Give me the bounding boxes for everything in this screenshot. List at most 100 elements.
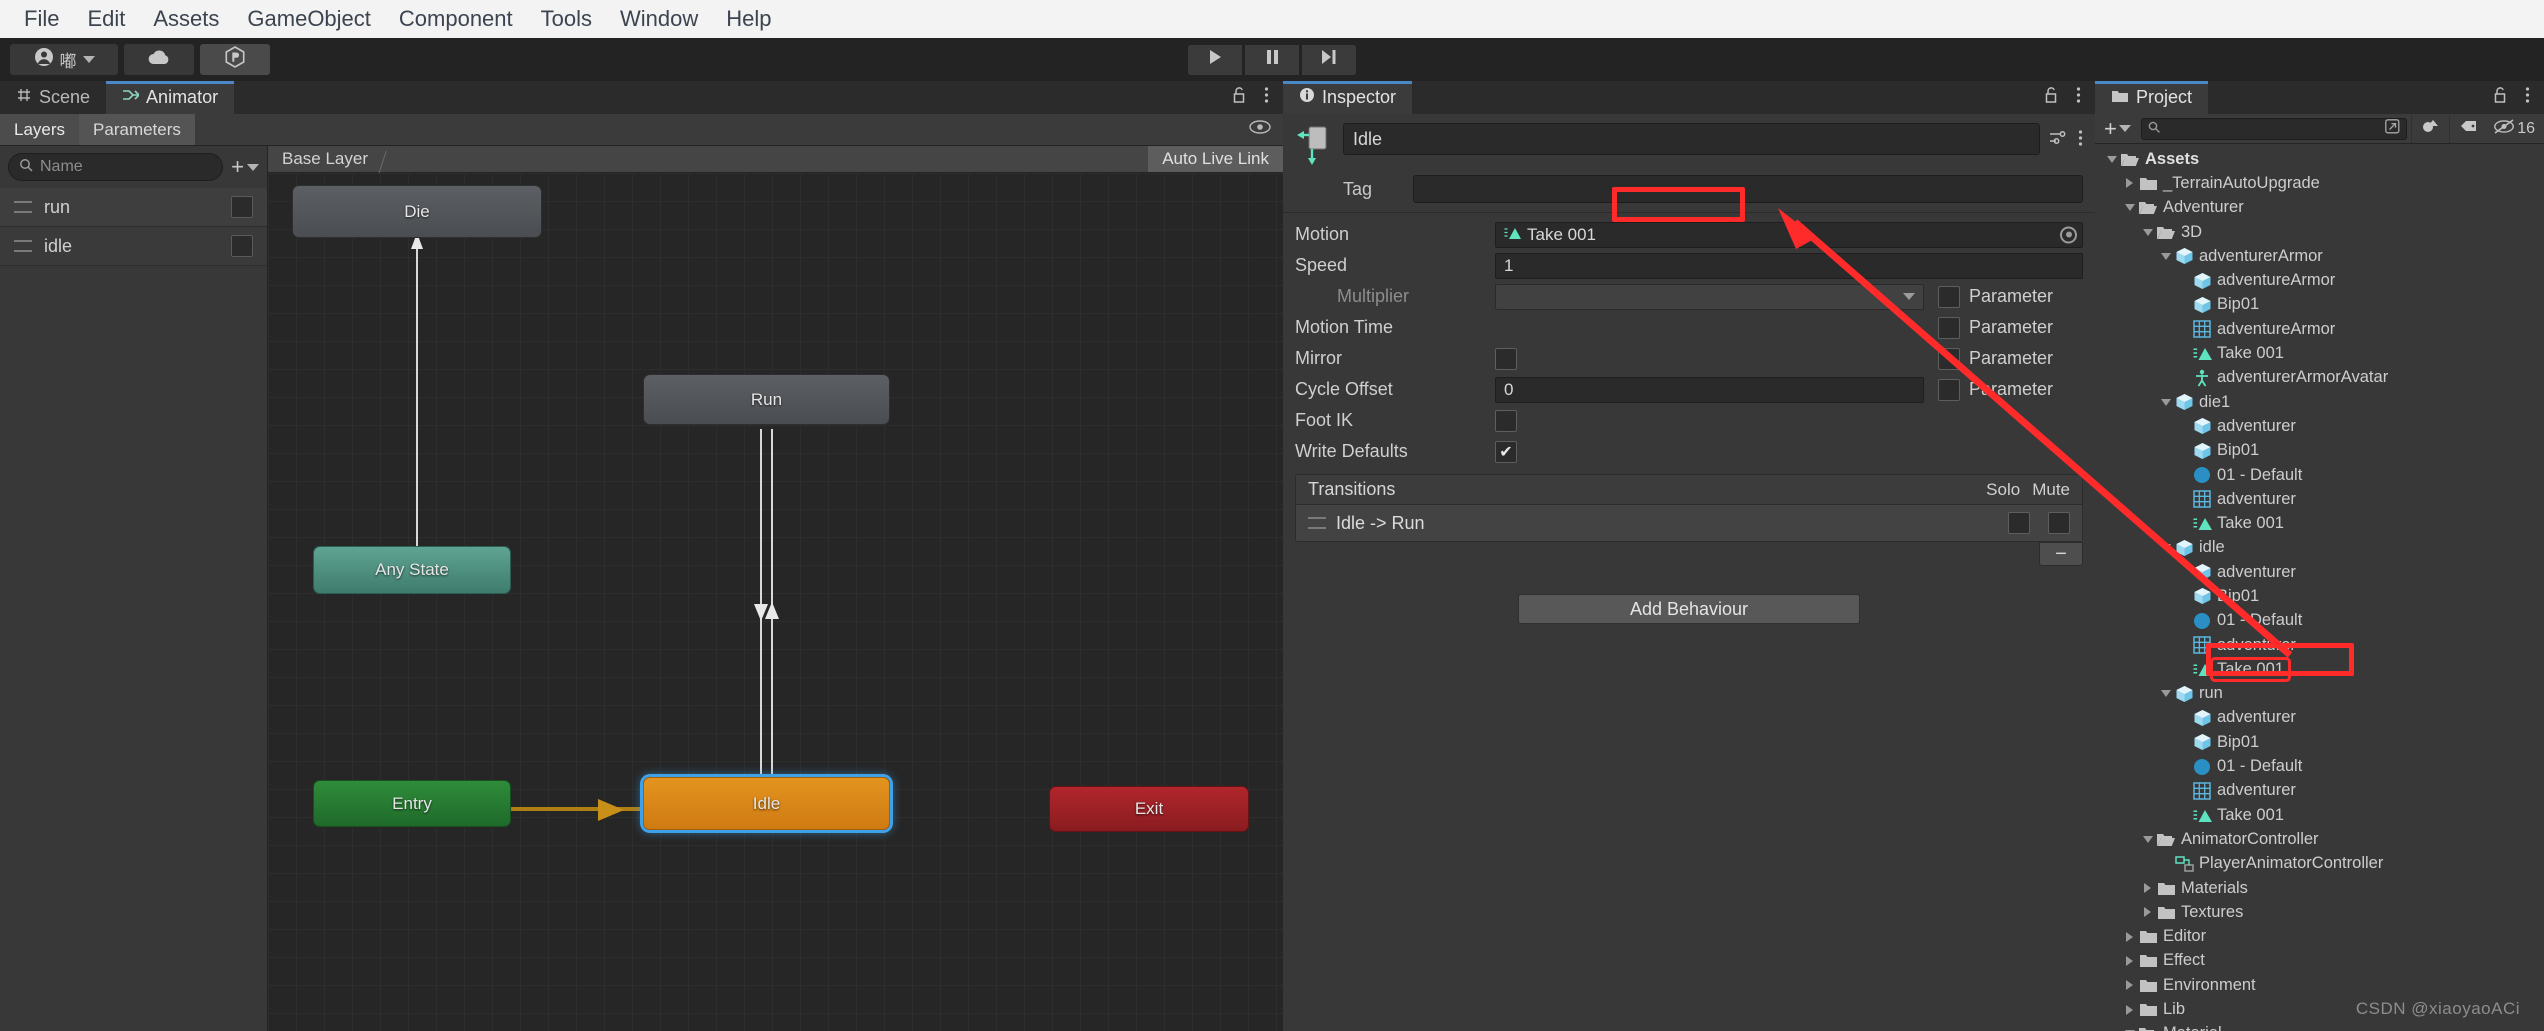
step-button[interactable] bbox=[1302, 44, 1356, 75]
tag-field[interactable] bbox=[1413, 175, 2083, 203]
lock-open-icon[interactable] bbox=[2044, 86, 2060, 109]
menu-item-window[interactable]: Window bbox=[606, 0, 712, 38]
chevron-down-icon[interactable] bbox=[2121, 204, 2138, 212]
cycle-offset-input[interactable]: 0 bbox=[1495, 376, 1924, 403]
state-node-exit[interactable]: Exit bbox=[1049, 786, 1249, 832]
project-tree-item[interactable]: Take 001 bbox=[2095, 511, 2544, 535]
state-name-field[interactable]: Idle bbox=[1343, 123, 2040, 155]
project-tree-item[interactable]: idle bbox=[2095, 536, 2544, 560]
hidden-packages-count[interactable]: 16 bbox=[2487, 118, 2541, 139]
parameter-checkbox[interactable] bbox=[1938, 347, 1960, 370]
filter-by-label-button[interactable] bbox=[2449, 114, 2487, 143]
layer-weight-checkbox[interactable] bbox=[231, 196, 253, 218]
project-tree-item[interactable]: run bbox=[2095, 682, 2544, 706]
transition-row[interactable]: Idle -> Run bbox=[1296, 505, 2082, 541]
project-tree-item[interactable]: adventurer bbox=[2095, 633, 2544, 657]
project-tree-item[interactable]: 3D bbox=[2095, 220, 2544, 244]
kebab-menu-icon[interactable] bbox=[1264, 86, 1269, 109]
project-tree-item[interactable]: adventurer bbox=[2095, 779, 2544, 803]
chevron-right-icon[interactable] bbox=[2121, 980, 2138, 991]
chevron-down-icon[interactable] bbox=[2157, 398, 2174, 406]
state-node-idle[interactable]: Idle bbox=[643, 777, 890, 830]
menu-item-gameobject[interactable]: GameObject bbox=[233, 0, 385, 38]
add-layer-button[interactable]: + bbox=[231, 154, 259, 180]
create-asset-button[interactable]: + bbox=[2098, 116, 2137, 142]
project-tree-item[interactable]: Material bbox=[2095, 1022, 2544, 1031]
project-tree-item[interactable]: AnimatorController bbox=[2095, 827, 2544, 851]
parameter-checkbox[interactable] bbox=[1938, 378, 1960, 401]
menu-item-component[interactable]: Component bbox=[385, 0, 527, 38]
project-tree-take-001[interactable]: Take 001 bbox=[2095, 657, 2544, 681]
project-tree-item[interactable]: adventurer bbox=[2095, 414, 2544, 438]
project-tree-item[interactable]: 01 - Default bbox=[2095, 754, 2544, 778]
chevron-right-icon[interactable] bbox=[2121, 931, 2138, 942]
tab-project[interactable]: Project bbox=[2095, 81, 2209, 114]
account-button[interactable]: 嘟 bbox=[10, 44, 118, 75]
project-tree-item[interactable]: Bip01 bbox=[2095, 584, 2544, 608]
add-behaviour-button[interactable]: Add Behaviour bbox=[1518, 594, 1860, 624]
remove-transition-button[interactable]: − bbox=[2039, 542, 2083, 566]
project-tree-item[interactable]: Bip01 bbox=[2095, 439, 2544, 463]
menu-item-file[interactable]: File bbox=[10, 0, 73, 38]
project-tree-item[interactable]: Bip01 bbox=[2095, 730, 2544, 754]
chevron-down-icon[interactable] bbox=[2157, 252, 2174, 260]
project-asset-tree[interactable]: Assets _TerrainAutoUpgrade Adventurer 3D adv… bbox=[2095, 144, 2544, 1031]
project-tree-item[interactable]: adventurerArmor bbox=[2095, 244, 2544, 268]
chevron-down-icon[interactable] bbox=[2157, 544, 2174, 552]
kebab-menu-icon[interactable] bbox=[2076, 86, 2081, 109]
layer-visibility-button[interactable] bbox=[1237, 114, 1283, 145]
solo-checkbox[interactable] bbox=[2008, 512, 2030, 534]
parameter-checkbox[interactable] bbox=[1938, 285, 1960, 308]
chevron-down-icon[interactable] bbox=[2103, 155, 2120, 163]
project-search-input[interactable] bbox=[2140, 117, 2408, 140]
filter-by-type-button[interactable] bbox=[2411, 114, 2449, 143]
preset-icon[interactable] bbox=[2048, 129, 2066, 152]
state-node-run[interactable]: Run bbox=[643, 374, 890, 425]
speed-input[interactable]: 1 bbox=[1495, 252, 2083, 279]
write-defaults-checkbox[interactable]: ✔ bbox=[1495, 440, 1517, 463]
tab-scene[interactable]: Scene bbox=[0, 81, 106, 114]
play-button[interactable] bbox=[1188, 44, 1242, 75]
project-tree-item[interactable]: Take 001 bbox=[2095, 341, 2544, 365]
multiplier-dropdown[interactable] bbox=[1495, 283, 1924, 310]
project-tree-item[interactable]: adventureArmor bbox=[2095, 268, 2544, 292]
state-node-die[interactable]: Die bbox=[292, 185, 542, 238]
mirror-checkbox[interactable] bbox=[1495, 347, 1517, 370]
project-tree-item[interactable]: Textures bbox=[2095, 900, 2544, 924]
project-tree-item[interactable]: _TerrainAutoUpgrade bbox=[2095, 171, 2544, 195]
chevron-right-icon[interactable] bbox=[2121, 1004, 2138, 1015]
kebab-menu-icon[interactable] bbox=[2078, 129, 2083, 152]
project-tree-item[interactable]: adventurerArmorAvatar bbox=[2095, 366, 2544, 390]
state-machine-graph[interactable]: Base Layer Auto Live Link Die Any State … bbox=[268, 146, 1283, 1031]
project-tree-item[interactable]: adventurer bbox=[2095, 560, 2544, 584]
search-input[interactable]: Name bbox=[8, 153, 224, 181]
kebab-menu-icon[interactable] bbox=[2525, 86, 2530, 109]
project-tree-item[interactable]: Editor bbox=[2095, 925, 2544, 949]
project-tree-item[interactable]: Bip01 bbox=[2095, 293, 2544, 317]
project-tree-item[interactable]: Environment bbox=[2095, 973, 2544, 997]
unity-services-button[interactable] bbox=[200, 44, 270, 75]
chevron-right-icon[interactable] bbox=[2139, 883, 2156, 894]
menu-item-tools[interactable]: Tools bbox=[527, 0, 606, 38]
subtab-parameters[interactable]: Parameters bbox=[79, 114, 195, 145]
menu-item-help[interactable]: Help bbox=[712, 0, 785, 38]
project-tree-item[interactable]: 01 - Default bbox=[2095, 463, 2544, 487]
chevron-right-icon[interactable] bbox=[2139, 907, 2156, 918]
layer-item-run[interactable]: run bbox=[0, 188, 267, 227]
project-tree-item[interactable]: Materials bbox=[2095, 876, 2544, 900]
project-tree-item[interactable]: adventurer bbox=[2095, 706, 2544, 730]
project-tree-item[interactable]: Adventurer bbox=[2095, 196, 2544, 220]
inspector-motion-field[interactable]: Take 001 bbox=[1495, 221, 2083, 248]
foot-ik-checkbox[interactable] bbox=[1495, 409, 1517, 432]
cloud-button[interactable] bbox=[124, 44, 194, 75]
layer-weight-checkbox[interactable] bbox=[231, 235, 253, 257]
object-picker-icon[interactable] bbox=[2060, 226, 2077, 243]
chevron-down-icon[interactable] bbox=[2139, 835, 2156, 843]
layer-item-idle[interactable]: idle bbox=[0, 227, 267, 266]
pause-button[interactable] bbox=[1245, 44, 1299, 75]
project-tree-item[interactable]: Assets bbox=[2095, 147, 2544, 171]
chevron-down-icon[interactable] bbox=[2139, 228, 2156, 236]
tab-animator[interactable]: Animator bbox=[106, 81, 235, 114]
subtab-layers[interactable]: Layers bbox=[0, 114, 80, 145]
chevron-right-icon[interactable] bbox=[2121, 955, 2138, 966]
